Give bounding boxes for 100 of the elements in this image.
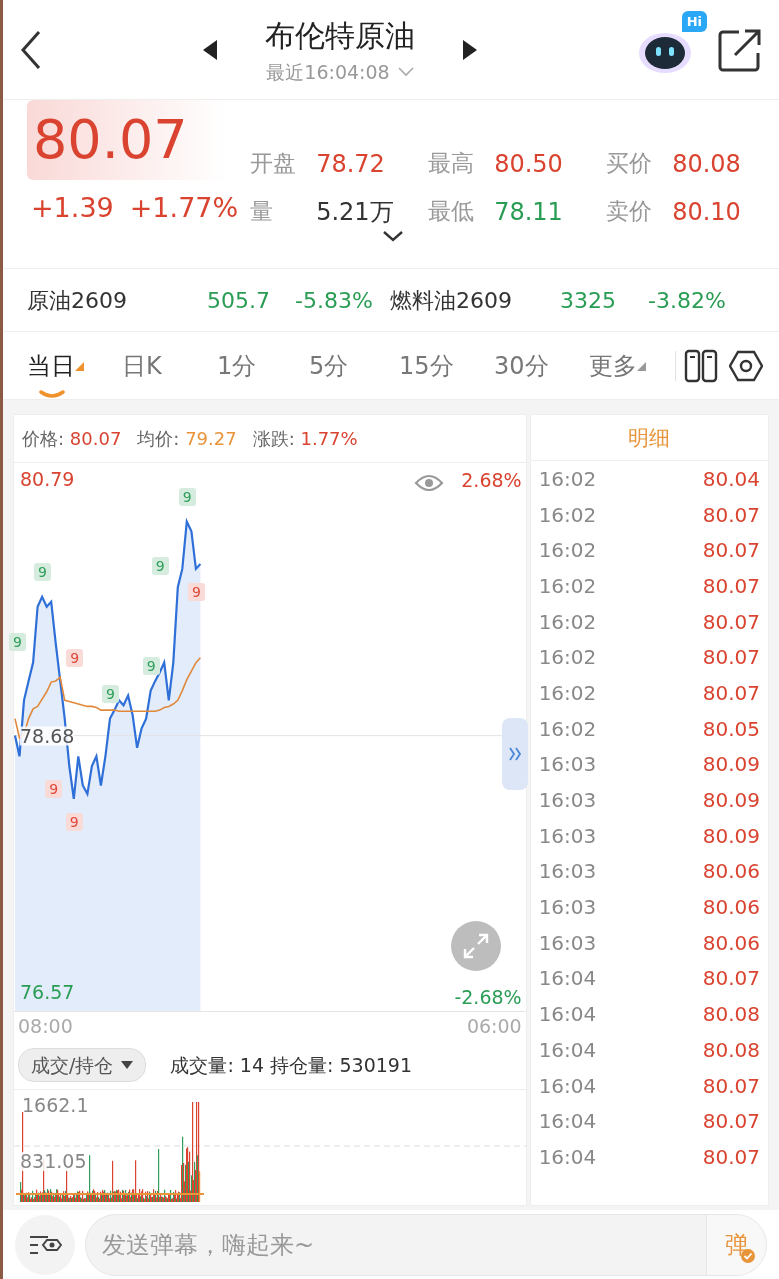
trade-price: 80.07 [702, 572, 760, 600]
settings-icon[interactable] [729, 349, 763, 382]
stat-value: 78.11 [494, 197, 564, 228]
stat-label: 最低 [428, 197, 476, 226]
trade-time: 16:04 [538, 1001, 597, 1029]
chart-info-item: 价格: 80.07 [22, 427, 122, 451]
trade-time: 16:04 [538, 965, 597, 993]
trade-price: 80.07 [702, 965, 760, 993]
stat-value: 80.10 [672, 197, 742, 228]
axis-price-tick: 76.57 [20, 982, 75, 1002]
stat-value: 80.08 [672, 149, 742, 180]
trade-price: 80.06 [702, 894, 760, 922]
contract-change: -3.82% [648, 286, 726, 315]
volume-axis-max: 1662.1 [22, 1096, 89, 1115]
trade-price: 80.09 [702, 822, 760, 850]
expand-chevron-icon[interactable] [382, 230, 405, 242]
trade-price: 80.07 [702, 1143, 760, 1171]
trade-time: 16:02 [538, 572, 597, 600]
chart-info-item: 涨跌: 1.77% [252, 427, 358, 451]
period-tab[interactable]: 更多 [589, 347, 667, 384]
period-tab[interactable]: 5分 [309, 347, 399, 384]
previous-arrow-icon[interactable] [203, 39, 217, 60]
collapse-panel-icon[interactable] [501, 718, 528, 790]
trade-price: 80.04 [702, 465, 760, 493]
period-tab[interactable]: 30分 [494, 347, 589, 384]
back-icon[interactable] [19, 29, 43, 70]
trade-price: 80.06 [702, 929, 760, 957]
volume-summary: 成交量: 14 持仓量: 530191 [170, 1052, 413, 1078]
axis-price-tick: 80.79 [20, 469, 75, 489]
trade-time: 16:02 [538, 644, 597, 672]
contract-price: 505.7 [207, 286, 271, 315]
trade-time: 16:04 [538, 1108, 597, 1136]
signal-marker: 9 [34, 562, 51, 581]
period-tab[interactable]: 当日 [27, 347, 122, 384]
trade-price: 80.08 [702, 1001, 760, 1029]
indicator-dropdown[interactable]: 成交/持仓 [18, 1047, 147, 1083]
split-view-icon[interactable] [684, 348, 718, 383]
trade-price: 80.07 [702, 1108, 760, 1136]
trade-time: 16:02 [538, 501, 597, 529]
contract-name[interactable]: 原油2609 [27, 283, 207, 317]
trade-price: 80.07 [702, 679, 760, 707]
trade-time: 16:03 [538, 929, 597, 957]
period-tab[interactable]: 1分 [217, 347, 309, 384]
trade-price: 80.09 [702, 751, 760, 779]
trade-time: 16:02 [538, 465, 597, 493]
detail-title[interactable]: 明细 [530, 415, 768, 461]
axis-start-time: 08:00 [18, 1014, 73, 1040]
comment-input[interactable]: 发送弹幕，嗨起来~ 弹 [85, 1213, 767, 1276]
trade-time: 16:03 [538, 787, 597, 815]
stat-value: 80.50 [494, 149, 564, 180]
update-time: 最近16:04:08 [266, 59, 390, 85]
trade-time: 16:03 [538, 751, 597, 779]
page-title: 布伦特原油 [265, 16, 415, 55]
trade-time: 16:04 [538, 1036, 597, 1064]
trade-price: 80.07 [702, 608, 760, 636]
trade-time: 16:04 [538, 1143, 597, 1171]
contract-change: -5.83% [295, 286, 374, 315]
trade-time: 16:02 [538, 608, 597, 636]
eye-icon[interactable] [413, 473, 444, 493]
menu-triangle-icon[interactable] [637, 362, 646, 371]
caret-icon[interactable] [121, 1061, 134, 1069]
signal-marker: 9 [151, 557, 169, 576]
axis-low-percent: -2.68% [454, 988, 522, 1007]
next-arrow-icon[interactable] [463, 39, 477, 60]
stat-value: 78.72 [316, 149, 386, 180]
trade-price: 80.08 [702, 1036, 760, 1064]
trade-time: 16:02 [538, 715, 597, 743]
trade-price: 80.09 [702, 787, 760, 815]
trade-price: 80.07 [702, 1072, 760, 1100]
axis-end-time: 06:00 [466, 1014, 522, 1040]
signal-marker: 9 [142, 656, 160, 675]
signal-marker: 9 [66, 648, 84, 667]
trade-price: 80.07 [702, 537, 760, 565]
stat-value: 5.21万 [316, 197, 395, 228]
danmaku-send-button[interactable]: 弹 [706, 1214, 766, 1275]
stat-label: 买价 [606, 149, 654, 178]
trade-price: 80.07 [702, 501, 760, 529]
trade-time: 16:03 [538, 858, 597, 886]
period-tab[interactable]: 15分 [399, 347, 494, 384]
signal-marker: 9 [178, 487, 196, 506]
stat-label: 卖价 [606, 197, 654, 226]
trade-price: 80.07 [702, 644, 760, 672]
trade-time: 16:02 [538, 537, 597, 565]
stat-label: 最高 [428, 149, 476, 178]
trade-time: 16:02 [538, 679, 597, 707]
period-tab[interactable]: 日K [122, 347, 217, 384]
signal-marker: 9 [45, 780, 63, 798]
trade-price: 80.06 [702, 858, 760, 886]
signal-marker: 9 [9, 632, 27, 651]
trade-time: 16:04 [538, 1072, 597, 1100]
contract-name[interactable]: 燃料油2609 [390, 283, 560, 317]
trade-time: 16:03 [538, 822, 597, 850]
danmaku-settings-icon [28, 1233, 62, 1256]
contract-price: 3325 [560, 286, 617, 315]
hi-badge: Hi [681, 10, 707, 32]
stat-label: 开盘 [250, 149, 298, 178]
signal-marker: 9 [102, 684, 119, 703]
percent-change: +1.77% [129, 191, 239, 225]
price-change: +1.39 [31, 191, 114, 225]
trade-time: 16:03 [538, 894, 597, 922]
